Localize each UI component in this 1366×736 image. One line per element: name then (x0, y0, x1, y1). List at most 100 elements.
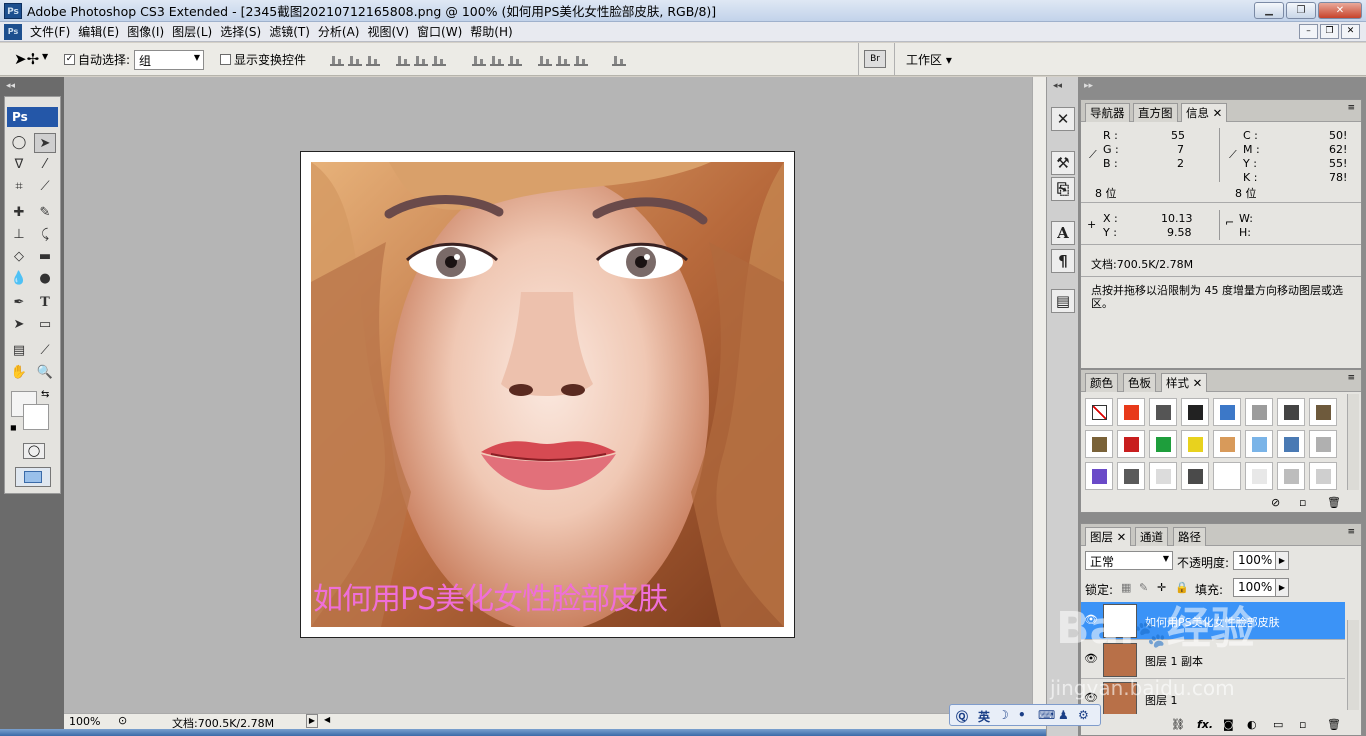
align-vcenter-icon[interactable] (348, 54, 362, 66)
distribute-hcenter-icon[interactable] (556, 54, 570, 66)
menu-view[interactable]: 视图(V) (367, 23, 417, 40)
align-right-icon[interactable] (432, 54, 446, 66)
tool-preset-dropdown[interactable]: ▼ (42, 52, 48, 61)
tab-styles[interactable]: 样式 ✕ (1161, 373, 1208, 392)
blur-tool-icon[interactable]: 💧 (8, 269, 30, 289)
distribute-left-icon[interactable] (538, 54, 552, 66)
clone-source-icon[interactable]: ⎘ (1051, 177, 1075, 201)
style-swatch[interactable] (1213, 430, 1241, 458)
distribute-vcenter-icon[interactable] (490, 54, 504, 66)
portrait-image[interactable] (311, 162, 784, 627)
style-swatch[interactable] (1181, 430, 1209, 458)
style-swatch[interactable] (1245, 398, 1273, 426)
style-swatch[interactable] (1149, 398, 1177, 426)
close-button[interactable]: ✕ (1318, 2, 1362, 19)
style-swatch[interactable] (1277, 462, 1305, 490)
auto-align-icon[interactable] (612, 54, 626, 66)
distribute-bottom-icon[interactable] (508, 54, 522, 66)
doc-restore-button[interactable]: ❐ (1320, 24, 1339, 39)
tab-paths[interactable]: 路径 (1173, 527, 1206, 546)
close-icon[interactable]: ✕ (1213, 106, 1223, 120)
history-brush-tool-icon[interactable]: ⤹ (34, 225, 56, 245)
distribute-right-icon[interactable] (574, 54, 588, 66)
moon-icon[interactable]: ☽ (998, 708, 1009, 722)
zoom-tool-icon[interactable]: 🔍 (34, 363, 56, 383)
menu-edit[interactable]: 编辑(E) (78, 23, 127, 40)
menu-layer[interactable]: 图层(L) (172, 23, 220, 40)
style-swatch[interactable] (1309, 398, 1337, 426)
move-tool-icon[interactable]: ➤ (34, 133, 56, 153)
panel-menu-icon[interactable]: ≡ (1347, 373, 1355, 383)
style-swatch[interactable] (1181, 462, 1209, 490)
tab-channels[interactable]: 通道 (1135, 527, 1168, 546)
style-swatch[interactable] (1085, 430, 1113, 458)
menu-window[interactable]: 窗口(W) (417, 23, 470, 40)
tool-presets-icon[interactable]: ✕ (1051, 107, 1075, 131)
status-arrow-icon[interactable]: ▶ (306, 714, 318, 728)
minimize-button[interactable]: ▁ (1254, 2, 1284, 19)
paragraph-icon[interactable]: ¶ (1051, 249, 1075, 273)
close-icon[interactable]: ✕ (1117, 530, 1127, 544)
default-colors-icon[interactable]: ◼ (10, 423, 17, 432)
rectangle-tool-icon[interactable]: ▭ (34, 315, 56, 335)
path-selection-tool-icon[interactable]: ➤ (8, 315, 30, 335)
hscroll-left-icon[interactable]: ◀ (324, 715, 330, 724)
distribute-top-icon[interactable] (472, 54, 486, 66)
bridge-icon[interactable]: Br (864, 50, 886, 68)
punct-icon[interactable]: • (1018, 708, 1026, 722)
style-swatch[interactable] (1181, 398, 1209, 426)
menu-image[interactable]: 图像(I) (127, 23, 172, 40)
tab-navigator[interactable]: 导航器 (1085, 103, 1130, 122)
align-left-icon[interactable] (396, 54, 410, 66)
doc-minimize-button[interactable]: – (1299, 24, 1318, 39)
brushes-icon[interactable]: ⚒ (1051, 151, 1075, 175)
style-swatch[interactable] (1277, 430, 1305, 458)
notes-tool-icon[interactable]: ▤ (8, 341, 30, 361)
menu-analysis[interactable]: 分析(A) (318, 23, 368, 40)
new-layer-icon[interactable]: ▫ (1299, 718, 1306, 731)
style-swatch[interactable] (1117, 398, 1145, 426)
background-color-swatch[interactable] (23, 404, 49, 430)
fill-slider-arrow-icon[interactable]: ▶ (1275, 578, 1289, 597)
status-menu-icon[interactable]: ⊙ (118, 714, 127, 727)
move-tool-icon[interactable]: ➤✢ (14, 50, 39, 68)
align-hcenter-icon[interactable] (414, 54, 428, 66)
style-swatch[interactable] (1213, 398, 1241, 426)
style-swatch[interactable] (1309, 430, 1337, 458)
tab-histogram[interactable]: 直方图 (1133, 103, 1178, 122)
pen-tool-icon[interactable]: ✒ (8, 293, 30, 313)
keyboard-icon[interactable]: ⌨ (1038, 708, 1055, 722)
canvas-vertical-scrollbar[interactable] (1032, 77, 1046, 713)
slice-tool-icon[interactable]: ⟋ (34, 177, 56, 197)
style-swatch[interactable] (1213, 462, 1241, 490)
eyedropper-tool-icon[interactable]: ⟋ (34, 341, 56, 361)
tab-color[interactable]: 颜色 (1085, 373, 1118, 392)
style-swatch[interactable] (1085, 462, 1113, 490)
align-bottom-icon[interactable] (366, 54, 380, 66)
style-swatch[interactable] (1085, 398, 1113, 426)
delete-layer-icon[interactable]: 🗑 (1327, 718, 1341, 731)
doc-close-button[interactable]: ✕ (1341, 24, 1360, 39)
align-top-icon[interactable] (330, 54, 344, 66)
style-swatch[interactable] (1245, 430, 1273, 458)
menu-select[interactable]: 选择(S) (220, 23, 269, 40)
style-swatch[interactable] (1309, 462, 1337, 490)
character-icon[interactable]: A (1051, 221, 1075, 245)
link-layers-icon[interactable]: ⛓ (1171, 718, 1185, 731)
styles-scrollbar[interactable] (1347, 394, 1359, 490)
ellipse-marquee-tool-icon[interactable]: ◯ (8, 133, 30, 153)
menu-help[interactable]: 帮助(H) (470, 23, 520, 40)
style-swatch[interactable] (1245, 462, 1273, 490)
collapse-arrows-icon[interactable]: ◂◂ (1053, 81, 1062, 91)
crop-tool-icon[interactable]: ⌗ (8, 177, 30, 197)
expand-arrows-icon[interactable]: ▸▸ (1084, 81, 1093, 91)
style-swatch[interactable] (1117, 462, 1145, 490)
type-tool-icon[interactable]: T (34, 293, 56, 313)
ime-logo-icon[interactable]: Ⓠ (956, 708, 968, 725)
zoom-level[interactable]: 100% (69, 715, 100, 728)
menu-file[interactable]: 文件(F) (30, 23, 78, 40)
ime-language[interactable]: 英 (978, 708, 990, 725)
clone-stamp-tool-icon[interactable]: ⊥ (8, 225, 30, 245)
auto-select-dropdown[interactable]: 组 ▼ (134, 50, 204, 70)
show-transform-checkbox[interactable] (220, 54, 231, 65)
